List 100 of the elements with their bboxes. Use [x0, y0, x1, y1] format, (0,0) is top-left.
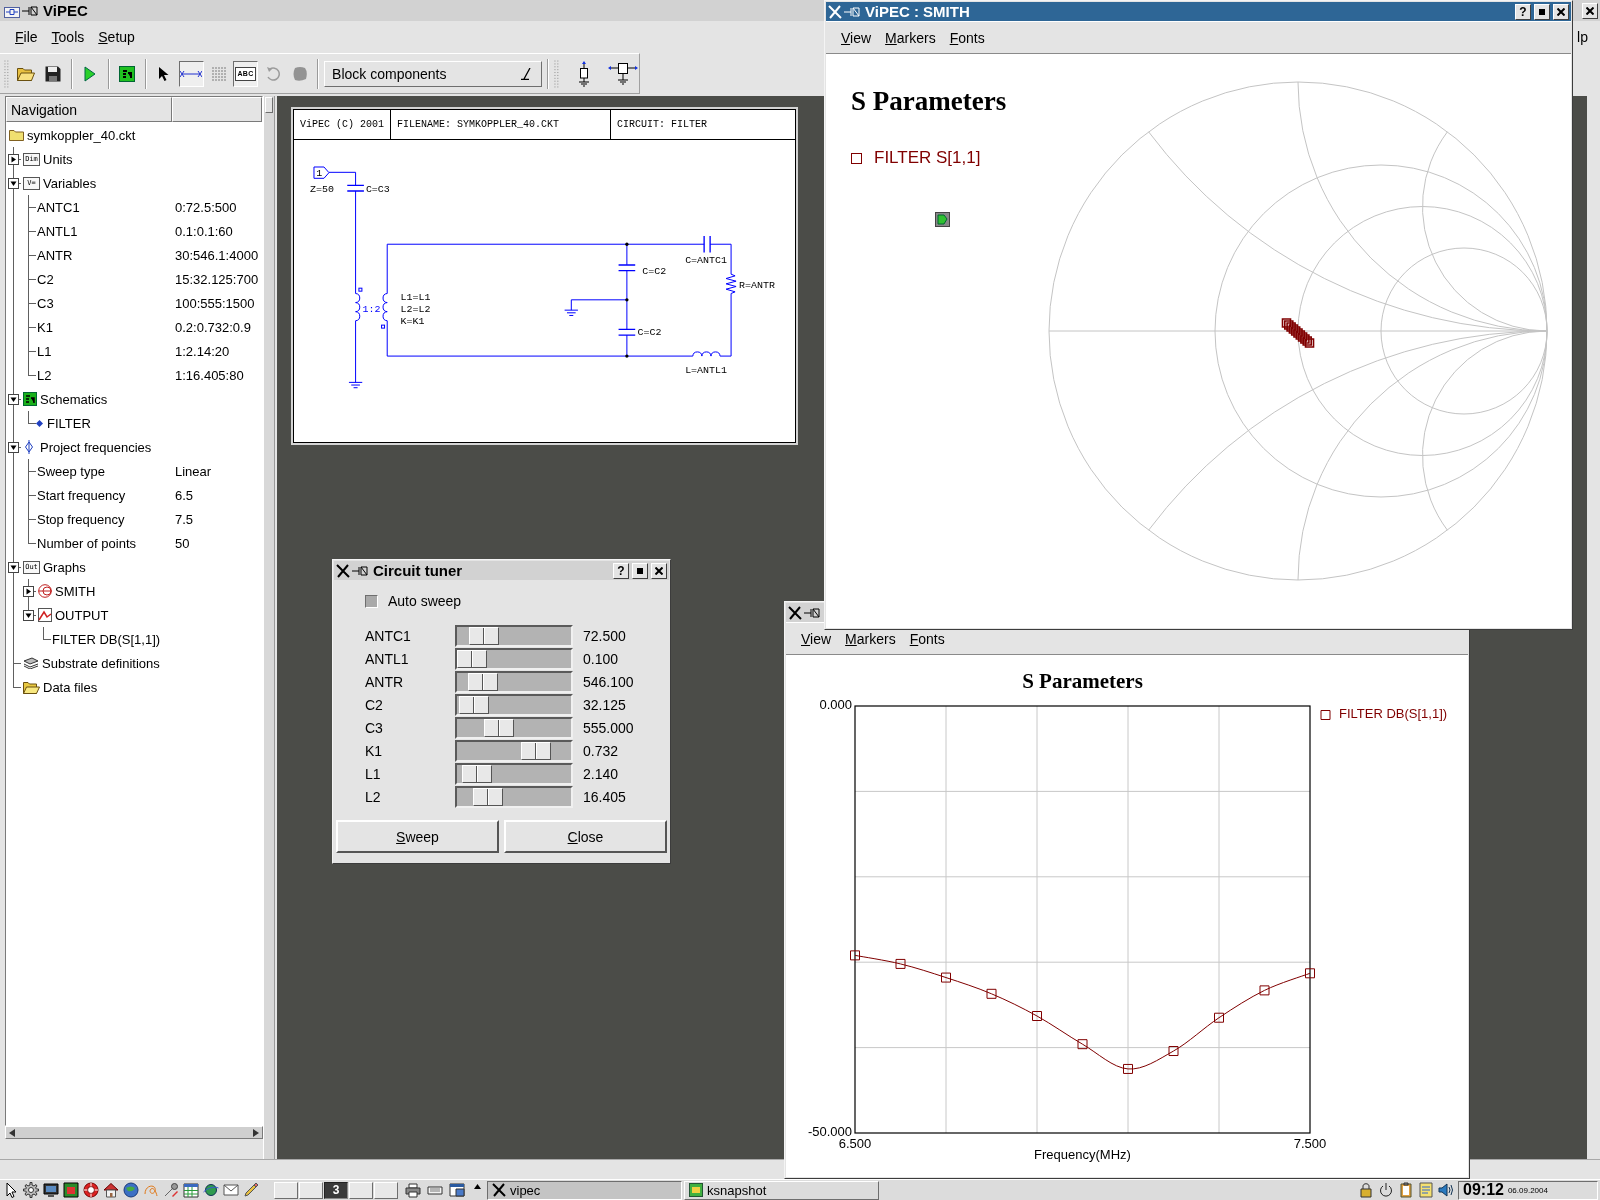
planet-icon[interactable]	[203, 1182, 219, 1198]
expand-toggle[interactable]	[23, 586, 34, 597]
tree-item[interactable]: Stop frequency	[37, 511, 125, 527]
grip-icon[interactable]	[553, 58, 559, 89]
left-arrow-icon[interactable]	[9, 1128, 15, 1137]
menu-item[interactable]: Setup	[91, 29, 142, 45]
envelope-icon[interactable]	[223, 1182, 239, 1198]
taskbar-button[interactable]: vipec	[487, 1180, 682, 1200]
slider-track[interactable]	[455, 785, 573, 808]
tree-item[interactable]: K1	[37, 319, 53, 335]
tree-item[interactable]: Variables	[43, 175, 97, 191]
tree-item[interactable]: Schematics	[40, 391, 108, 407]
menu-item[interactable]: Markers	[878, 29, 943, 46]
right-arrow-icon[interactable]	[253, 1128, 259, 1137]
menu-item[interactable]: View	[794, 630, 839, 647]
window-button[interactable]	[632, 562, 648, 579]
slider-track[interactable]	[455, 647, 573, 670]
x-mark-icon[interactable]	[336, 563, 350, 578]
pin-icon[interactable]	[352, 565, 368, 576]
cursor-icon[interactable]	[3, 1182, 19, 1198]
checkbox-label[interactable]: Auto sweep	[388, 593, 462, 609]
expand-toggle[interactable]	[8, 394, 19, 405]
slider-track[interactable]	[455, 762, 573, 785]
x-mark-icon[interactable]	[492, 1183, 506, 1197]
slider-thumb[interactable]	[467, 672, 498, 691]
clipboard-icon[interactable]	[1398, 1182, 1414, 1198]
taskbar-button[interactable]: ksnapshot	[684, 1180, 879, 1200]
help-button[interactable]: ?	[1515, 3, 1531, 20]
desktop-button[interactable]	[349, 1181, 373, 1199]
clock-panel[interactable]: 09:12 06.09.2004	[1458, 1180, 1598, 1200]
window-button[interactable]	[1534, 3, 1550, 20]
desktop-button[interactable]	[299, 1181, 323, 1199]
checkbox[interactable]	[365, 594, 378, 608]
tree-item[interactable]: symkoppler_40.ckt	[27, 127, 136, 143]
window-icon[interactable]	[448, 1182, 466, 1198]
tree-item[interactable]: ANTL1	[37, 223, 78, 239]
tree-item[interactable]: FILTER	[47, 415, 91, 431]
lock-icon[interactable]	[1358, 1182, 1374, 1198]
dialog-button[interactable]: Close	[504, 820, 667, 853]
up-triangle-icon[interactable]	[474, 1183, 481, 1189]
slider-track[interactable]	[455, 670, 573, 693]
menu-item[interactable]: Fonts	[942, 29, 992, 46]
menu-item[interactable]: Fonts	[902, 630, 952, 647]
tree-item[interactable]: OUTPUT	[55, 607, 109, 623]
tree-item[interactable]: Start frequency	[37, 487, 126, 503]
pin-icon[interactable]	[804, 607, 820, 618]
x-mark-icon[interactable]	[788, 605, 802, 620]
slider-thumb[interactable]	[462, 764, 493, 783]
wrench-icon[interactable]	[163, 1182, 179, 1198]
slider-track[interactable]	[455, 716, 573, 739]
dialog-button[interactable]: Sweep	[336, 820, 499, 853]
tree-item[interactable]: L2	[37, 367, 52, 383]
help-button[interactable]: ?	[613, 562, 629, 579]
expand-toggle[interactable]	[8, 178, 19, 189]
pencil-icon[interactable]	[243, 1182, 259, 1198]
printer-icon[interactable]	[404, 1182, 422, 1198]
lifebuoy-icon[interactable]	[83, 1182, 99, 1198]
menu-item[interactable]: lp	[1577, 29, 1588, 45]
slider-thumb[interactable]	[457, 649, 487, 668]
desktop-button[interactable]	[274, 1181, 298, 1199]
menu-item[interactable]: File	[8, 29, 45, 45]
tree-item[interactable]: Sweep type	[37, 463, 105, 479]
expand-toggle[interactable]	[23, 610, 34, 621]
slider-thumb[interactable]	[520, 741, 551, 760]
slider-thumb[interactable]	[473, 787, 504, 806]
tree-item[interactable]: ANTR	[37, 247, 73, 263]
horizontal-scrollbar[interactable]	[5, 1126, 263, 1139]
close-button[interactable]	[1582, 2, 1598, 19]
column-header[interactable]	[172, 97, 262, 122]
close-button[interactable]	[651, 562, 667, 579]
tree-item[interactable]: ANTC1	[37, 199, 80, 215]
tree-item[interactable]: L1	[37, 343, 52, 359]
close-button[interactable]	[1553, 3, 1569, 20]
slider-thumb[interactable]	[469, 626, 500, 645]
expand-toggle[interactable]	[8, 442, 19, 453]
expand-toggle[interactable]	[8, 562, 19, 573]
tree-item[interactable]: C2	[37, 271, 54, 287]
tree-item[interactable]: Graphs	[43, 559, 86, 575]
speaker-icon[interactable]	[1438, 1182, 1454, 1198]
tree-item[interactable]: C3	[37, 295, 54, 311]
column-header[interactable]: Navigation	[6, 97, 172, 122]
pin-icon[interactable]	[22, 5, 38, 16]
slider-track[interactable]	[455, 739, 573, 762]
slider-thumb[interactable]	[459, 695, 490, 714]
power-icon[interactable]	[1378, 1182, 1394, 1198]
monitor-icon[interactable]	[43, 1182, 59, 1198]
tree-item[interactable]: Units	[43, 151, 73, 167]
calendar-icon[interactable]	[183, 1182, 199, 1198]
tree-item[interactable]: FILTER DB(S[1,1])	[52, 631, 161, 647]
menu-item[interactable]: Markers	[838, 630, 903, 647]
expand-toggle[interactable]	[8, 154, 19, 165]
tree-item[interactable]: Number of points	[37, 535, 136, 551]
menu-item[interactable]: Tools	[44, 29, 92, 45]
tree-item[interactable]: SMITH	[55, 583, 96, 599]
menu-item[interactable]: View	[834, 29, 879, 46]
desktop-button[interactable]	[374, 1181, 398, 1199]
splitter-handle[interactable]	[265, 97, 273, 113]
slider-thumb[interactable]	[484, 718, 515, 737]
tree-item[interactable]: Substrate definitions	[42, 655, 160, 671]
tree-item[interactable]: Data files	[43, 679, 98, 695]
